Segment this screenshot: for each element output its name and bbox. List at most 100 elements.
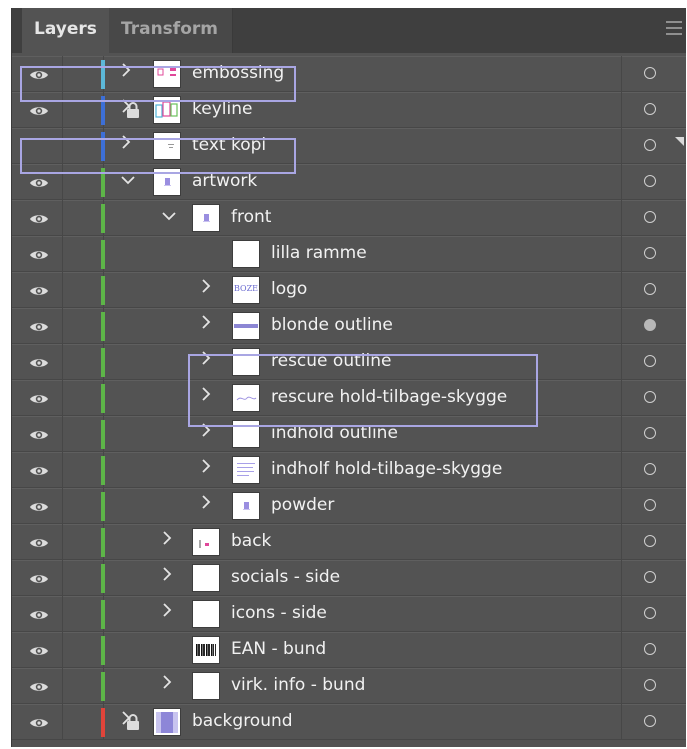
eye-icon[interactable] (29, 175, 49, 189)
chevron-right-icon[interactable] (117, 711, 135, 731)
lock-toggle[interactable] (63, 236, 104, 271)
layer-name[interactable]: text kopi (192, 128, 266, 164)
tab-transform[interactable]: Transform (109, 8, 233, 53)
visibility-toggle[interactable] (12, 344, 63, 379)
target-circle-icon[interactable] (644, 607, 656, 619)
target-circle-icon[interactable] (644, 103, 656, 115)
eye-icon[interactable] (29, 355, 49, 369)
layer-name[interactable]: icons - side (231, 596, 327, 632)
visibility-toggle[interactable] (12, 668, 63, 703)
visibility-toggle[interactable] (12, 452, 63, 487)
chevron-right-icon[interactable] (197, 423, 215, 443)
layer-name[interactable]: keyline (192, 92, 252, 128)
lock-toggle[interactable] (63, 560, 104, 595)
visibility-toggle[interactable] (12, 92, 63, 127)
layer-name[interactable]: lilla ramme (271, 236, 367, 272)
eye-icon[interactable] (29, 391, 49, 405)
target-circle-icon[interactable] (644, 463, 656, 475)
layer-row[interactable]: front (12, 200, 686, 236)
layer-row[interactable]: back (12, 524, 686, 560)
lock-toggle[interactable] (63, 632, 104, 667)
visibility-toggle[interactable] (12, 380, 63, 415)
eye-icon[interactable] (29, 211, 49, 225)
layer-row[interactable]: text kopi (12, 128, 686, 164)
visibility-toggle[interactable] (12, 632, 63, 667)
visibility-toggle[interactable] (12, 308, 63, 343)
eye-icon[interactable] (29, 463, 49, 477)
lock-toggle[interactable] (63, 704, 139, 739)
layer-row[interactable]: artwork (12, 164, 686, 200)
lock-toggle[interactable] (63, 524, 104, 559)
layer-name[interactable]: artwork (192, 164, 257, 200)
chevron-right-icon[interactable] (197, 495, 215, 515)
visibility-toggle[interactable] (12, 596, 63, 631)
layer-row[interactable]: embossing (12, 56, 686, 92)
visibility-toggle[interactable] (12, 488, 63, 523)
lock-toggle[interactable] (63, 308, 104, 343)
target-circle-icon[interactable] (644, 211, 656, 223)
layer-row[interactable]: BOZE logo (12, 272, 686, 308)
layer-name[interactable]: embossing (192, 56, 284, 92)
eye-icon[interactable] (29, 103, 49, 117)
layer-row[interactable]: powder (12, 488, 686, 524)
visibility-toggle[interactable] (12, 704, 63, 739)
chevron-right-icon[interactable] (197, 387, 215, 407)
visibility-toggle[interactable] (12, 560, 63, 595)
visibility-toggle[interactable] (12, 236, 63, 271)
layer-name[interactable]: powder (271, 488, 334, 524)
visibility-toggle[interactable] (12, 164, 63, 199)
layer-row[interactable]: lilla ramme (12, 236, 686, 272)
layer-name[interactable]: socials - side (231, 560, 340, 596)
lock-toggle[interactable] (63, 56, 104, 91)
visibility-toggle[interactable] (12, 524, 63, 559)
lock-toggle[interactable] (63, 452, 104, 487)
chevron-right-icon[interactable] (197, 315, 215, 335)
layer-name[interactable]: EAN - bund (231, 632, 326, 668)
eye-icon[interactable] (29, 535, 49, 549)
chevron-down-icon[interactable] (160, 207, 178, 227)
layer-name[interactable]: indhold outline (271, 416, 398, 452)
eye-icon[interactable] (29, 319, 49, 333)
chevron-right-icon[interactable] (117, 63, 135, 83)
lock-toggle[interactable] (63, 380, 104, 415)
chevron-right-icon[interactable] (158, 567, 176, 587)
layer-row[interactable]: socials - side (12, 560, 686, 596)
lock-toggle[interactable] (63, 668, 104, 703)
lock-toggle[interactable] (63, 344, 104, 379)
layer-row[interactable]: rescure hold-tilbage-skygge (12, 380, 686, 416)
layer-row[interactable]: rescue outline (12, 344, 686, 380)
layer-name[interactable]: blonde outline (271, 308, 393, 344)
eye-icon[interactable] (29, 679, 49, 693)
lock-toggle[interactable] (63, 488, 104, 523)
layer-row[interactable]: icons - side (12, 596, 686, 632)
layer-row[interactable]: EAN - bund (12, 632, 686, 668)
chevron-down-icon[interactable] (119, 171, 137, 191)
layer-row[interactable]: background (12, 704, 686, 740)
layer-name[interactable]: indholf hold-tilbage-skygge (271, 452, 502, 488)
target-circle-icon[interactable] (644, 499, 656, 511)
layer-name[interactable]: background (192, 704, 293, 740)
eye-icon[interactable] (29, 607, 49, 621)
hamburger-menu-icon[interactable] (666, 21, 682, 37)
target-circle-icon[interactable] (644, 535, 656, 547)
target-circle-icon[interactable] (644, 715, 656, 727)
target-circle-icon[interactable] (644, 427, 656, 439)
chevron-right-icon[interactable] (197, 459, 215, 479)
layer-row[interactable]: virk. info - bund (12, 668, 686, 704)
eye-icon[interactable] (29, 715, 49, 729)
tab-layers[interactable]: Layers (22, 8, 112, 53)
layer-row[interactable]: blonde outline (12, 308, 686, 344)
layer-name[interactable]: rescure hold-tilbage-skygge (271, 380, 507, 416)
lock-toggle[interactable] (63, 596, 104, 631)
target-circle-icon[interactable] (644, 643, 656, 655)
lock-toggle[interactable] (63, 164, 104, 199)
target-circle-icon[interactable] (644, 319, 656, 331)
layer-name[interactable]: logo (271, 272, 307, 308)
eye-icon[interactable] (29, 643, 49, 657)
target-circle-icon[interactable] (644, 679, 656, 691)
eye-icon[interactable] (29, 427, 49, 441)
chevron-right-icon[interactable] (197, 351, 215, 371)
target-circle-icon[interactable] (644, 247, 656, 259)
eye-icon[interactable] (29, 67, 49, 81)
chevron-right-icon[interactable] (197, 279, 215, 299)
